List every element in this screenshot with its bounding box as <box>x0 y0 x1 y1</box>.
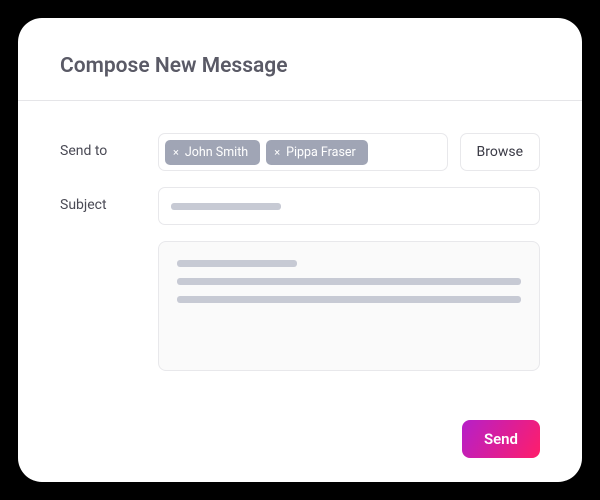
recipient-name: Pippa Fraser <box>286 145 356 160</box>
card-footer: Send <box>18 420 582 482</box>
send-button[interactable]: Send <box>462 420 540 458</box>
body-label <box>60 241 158 251</box>
row-send-to: Send to × John Smith × Pippa Fraser Brow… <box>60 133 540 171</box>
subject-label: Subject <box>60 187 158 213</box>
compose-card: Compose New Message Send to × John Smith… <box>18 18 582 482</box>
compose-form: Send to × John Smith × Pippa Fraser Brow… <box>18 101 582 420</box>
placeholder-line <box>177 278 521 285</box>
placeholder-line <box>177 260 297 267</box>
send-to-label: Send to <box>60 133 158 159</box>
close-icon[interactable]: × <box>173 147 179 158</box>
recipients-input[interactable]: × John Smith × Pippa Fraser <box>158 133 448 171</box>
row-subject: Subject <box>60 187 540 225</box>
browse-button[interactable]: Browse <box>460 133 540 171</box>
close-icon[interactable]: × <box>274 147 280 158</box>
recipient-chip: × John Smith <box>165 140 260 165</box>
placeholder-line <box>171 203 281 210</box>
recipient-name: John Smith <box>185 145 248 160</box>
row-body <box>60 241 540 371</box>
page-title: Compose New Message <box>60 54 540 78</box>
card-header: Compose New Message <box>18 18 582 101</box>
send-to-field-wrap: × John Smith × Pippa Fraser Browse <box>158 133 540 171</box>
message-body-input[interactable] <box>158 241 540 371</box>
subject-input[interactable] <box>158 187 540 225</box>
subject-field-wrap <box>158 187 540 225</box>
body-field-wrap <box>158 241 540 371</box>
placeholder-line <box>177 296 521 303</box>
recipient-chip: × Pippa Fraser <box>266 140 368 165</box>
